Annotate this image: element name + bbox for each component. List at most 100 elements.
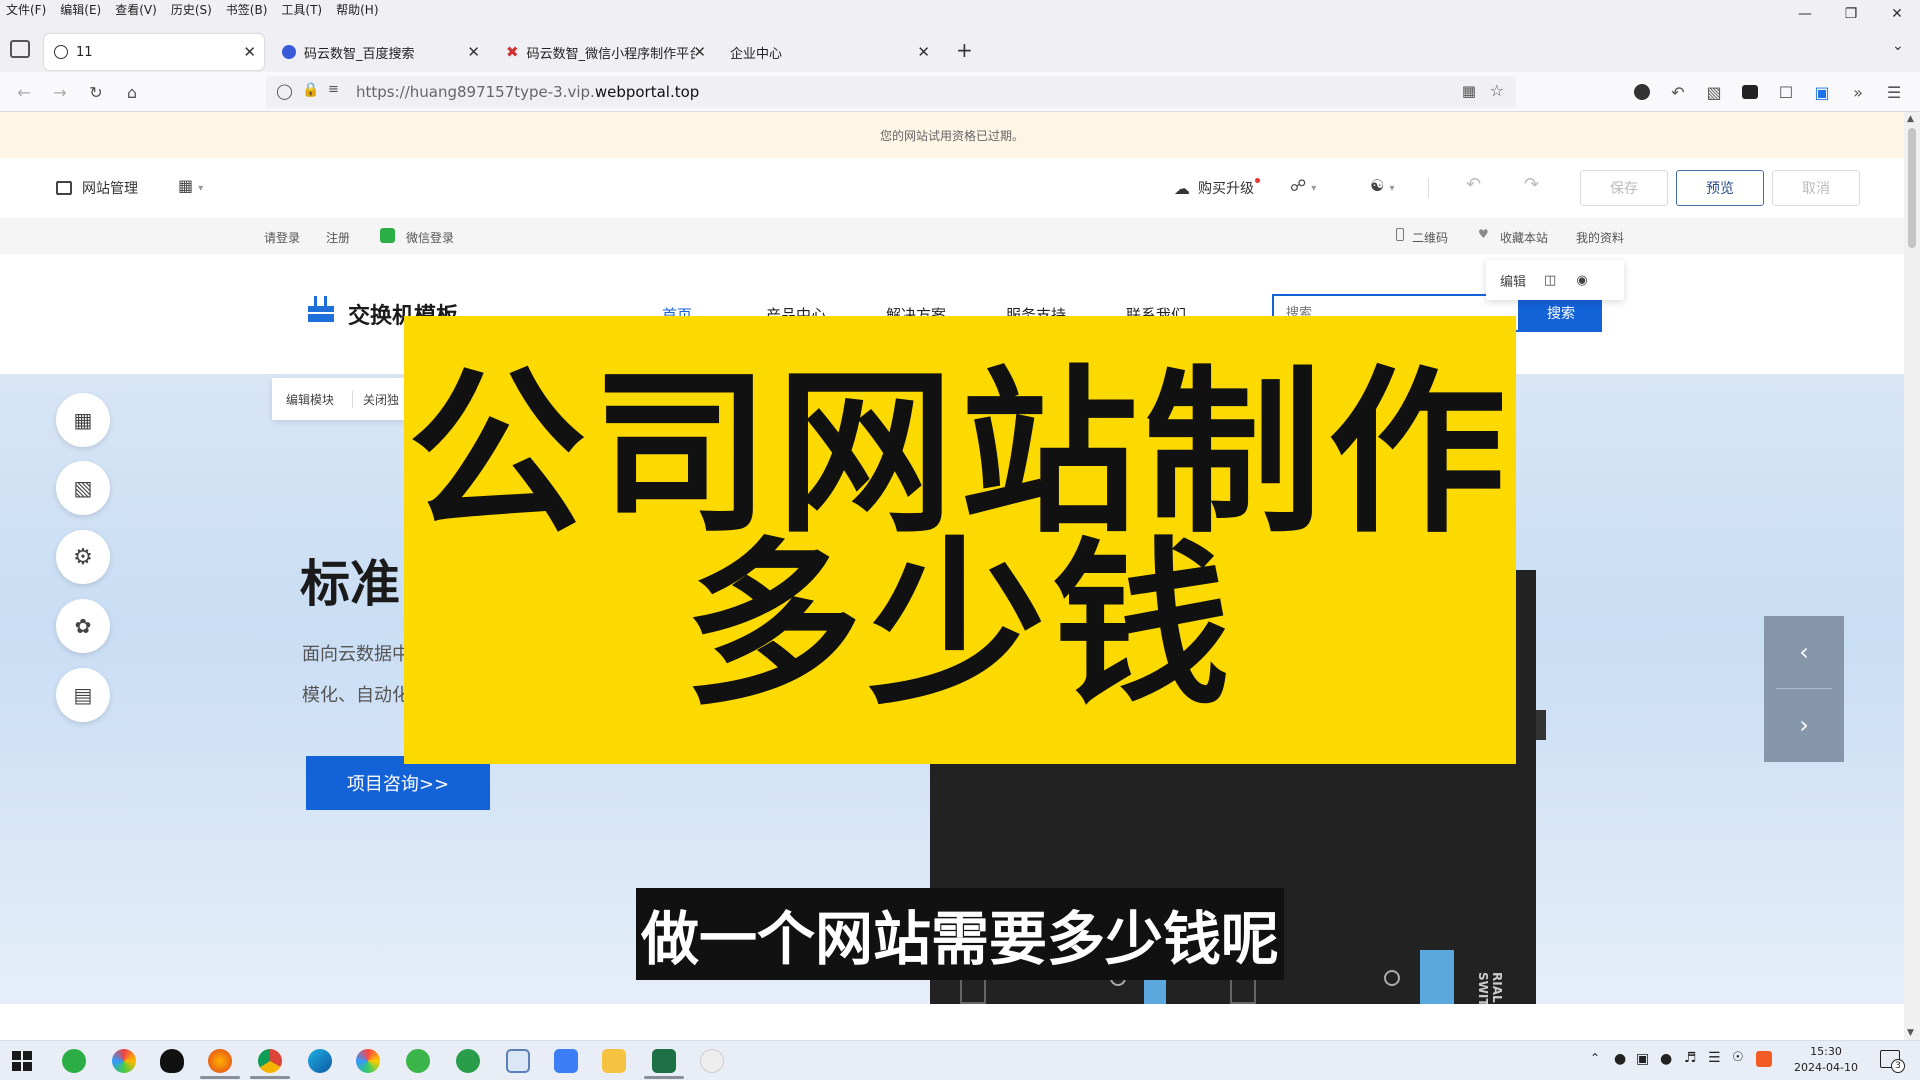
menu-tools[interactable]: 工具(T) [281, 1, 322, 18]
headset-icon[interactable]: ☍ ▾ [1290, 176, 1316, 195]
tab-11[interactable]: 11 ✕ [44, 34, 264, 70]
notification-icon[interactable]: 3 [1880, 1050, 1905, 1073]
windows-start-icon[interactable] [12, 1051, 32, 1071]
window-taskbar-icon[interactable] [506, 1049, 530, 1073]
scroll-up-icon[interactable]: ▲ [1907, 114, 1914, 124]
menu-icon[interactable]: ☰ [1882, 80, 1906, 104]
close-module-button[interactable]: 关闭独 [352, 390, 399, 408]
close-tab-icon[interactable]: ✕ [693, 43, 706, 61]
photos-taskbar-icon[interactable] [112, 1049, 136, 1073]
scroll-down-icon[interactable]: ▼ [1907, 1028, 1914, 1038]
site-manage-button[interactable]: 网站管理 [56, 178, 138, 198]
site-top-bar: 请登录 注册 微信登录 二维码 ♥ 收藏本站 我的资料 [0, 218, 1904, 254]
close-tab-icon[interactable]: ✕ [917, 43, 930, 61]
bookmark-star-icon[interactable]: ☆ [1490, 81, 1504, 100]
qrcode-icon[interactable]: ▦ [1462, 82, 1476, 100]
more-tools-icon[interactable]: » [1846, 80, 1870, 104]
next-arrow-icon[interactable]: › [1764, 689, 1844, 761]
new-tab-button[interactable]: + [956, 38, 973, 62]
sogou-icon[interactable] [1756, 1051, 1772, 1067]
ime-icon[interactable]: ☉ [1732, 1050, 1744, 1065]
microphone-icon[interactable]: ● [1614, 1051, 1626, 1067]
browser-taskbar-icon[interactable] [356, 1049, 380, 1073]
tray-chevron-icon[interactable]: ⌃ [1590, 1051, 1600, 1065]
reload-icon[interactable]: ↻ [84, 80, 108, 104]
modules-grid-button[interactable]: ▦ [56, 393, 110, 447]
register-link[interactable]: 注册 [326, 229, 350, 246]
permissions-icon[interactable]: ≡ [328, 82, 339, 97]
crop-icon[interactable]: ▧ [1702, 80, 1726, 104]
translate-icon[interactable]: ▣ [1810, 80, 1834, 104]
menu-file[interactable]: 文件(F) [6, 1, 46, 18]
speaker-icon[interactable]: ♬ [1684, 1050, 1697, 1066]
file-explorer-taskbar-icon[interactable] [602, 1049, 626, 1073]
settings-button[interactable]: ⚙ [56, 530, 110, 584]
clock[interactable]: 15:30 2024-04-10 [1790, 1044, 1862, 1076]
wechat-taskbar-icon[interactable] [62, 1049, 86, 1073]
puzzle-icon[interactable]: ☐ [1774, 80, 1798, 104]
back-icon[interactable]: ← [12, 80, 36, 104]
edge-taskbar-icon[interactable] [308, 1049, 332, 1073]
menu-help[interactable]: 帮助(H) [336, 1, 378, 18]
undo-arrow-icon[interactable]: ↶ [1666, 80, 1690, 104]
qrcode-link[interactable]: 二维码 [1412, 229, 1448, 246]
save-button[interactable]: 保存 [1580, 170, 1668, 206]
page-scrollbar[interactable]: ▲ ▼ [1904, 112, 1920, 1040]
undo-icon[interactable]: ↶ [1466, 174, 1481, 195]
lock-icon[interactable]: 🔒 [302, 82, 319, 98]
qq-tray-icon[interactable]: ● [1660, 1051, 1672, 1067]
help-icon[interactable] [1630, 80, 1654, 104]
close-window-button[interactable]: ✕ [1874, 0, 1920, 28]
wechat-login-link[interactable]: 微信登录 [406, 229, 454, 246]
preview-button[interactable]: 预览 [1676, 170, 1764, 206]
browser-green-taskbar-icon[interactable] [406, 1049, 430, 1073]
theme-button[interactable]: ▧ [56, 461, 110, 515]
pet-button[interactable]: ✿ [56, 599, 110, 653]
cancel-button[interactable]: 取消 [1772, 170, 1860, 206]
edit-module-button[interactable]: 编辑模块 [286, 391, 334, 408]
restore-button[interactable]: ❐ [1828, 0, 1874, 28]
eye-icon[interactable]: ◉ [1576, 273, 1587, 288]
redo-icon[interactable]: ↷ [1524, 174, 1539, 195]
store-button[interactable]: ▤ [56, 668, 110, 722]
menu-bookmarks[interactable]: 书签(B) [226, 1, 268, 18]
extension-icon[interactable] [1738, 80, 1762, 104]
login-link[interactable]: 请登录 [264, 229, 300, 246]
url-bar[interactable]: ◯ 🔒 ≡ https://huang897157type-3.vip. webp… [266, 76, 1516, 108]
tab-baidu[interactable]: 码云数智_百度搜索 ✕ [272, 34, 488, 70]
minimize-button[interactable]: — [1782, 0, 1828, 28]
favorite-link[interactable]: 收藏本站 [1500, 229, 1548, 246]
tab-enterprise[interactable]: 企业中心 ✕ [720, 34, 938, 70]
menu-history[interactable]: 历史(S) [171, 1, 212, 18]
scrollbar-thumb[interactable] [1908, 128, 1916, 248]
tab-list-icon[interactable] [10, 40, 30, 58]
prev-arrow-icon[interactable]: ‹ [1764, 616, 1844, 688]
buy-upgrade-button[interactable]: ☁ 购买升级 [1174, 178, 1260, 198]
close-tab-icon[interactable]: ✕ [243, 43, 256, 61]
excel-taskbar-icon[interactable] [652, 1049, 676, 1073]
tab-miniprogram[interactable]: ✖ 码云数智_微信小程序制作平台 ✕ [496, 34, 714, 70]
home-icon[interactable]: ⌂ [120, 80, 144, 104]
module-settings-icon[interactable]: ◫ [1544, 273, 1556, 288]
ie-taskbar-icon[interactable] [456, 1049, 480, 1073]
qq-taskbar-icon[interactable] [160, 1049, 184, 1073]
tray-window-icon[interactable]: ▣ [1636, 1051, 1649, 1067]
menu-edit[interactable]: 编辑(E) [60, 1, 101, 18]
notes-taskbar-icon[interactable] [554, 1049, 578, 1073]
forward-icon[interactable]: → [48, 80, 72, 104]
apps-grid-icon[interactable]: ▦ ▾ [178, 176, 203, 195]
menu-view[interactable]: 查看(V) [115, 1, 157, 18]
user-icon[interactable]: ☯ ▾ [1370, 176, 1394, 195]
close-tab-icon[interactable]: ✕ [467, 43, 480, 61]
project-consult-button[interactable]: 项目咨询>> [306, 756, 490, 810]
firefox-taskbar-icon[interactable] [208, 1049, 232, 1073]
wifi-icon[interactable]: ☰ [1708, 1050, 1721, 1066]
profile-link[interactable]: 我的资料 [1576, 229, 1624, 246]
trial-expired-notice: 您的网站试用资格已过期。 [0, 112, 1904, 158]
shield-icon[interactable]: ◯ [276, 82, 293, 100]
tab-title: 码云数智_微信小程序制作平台 [526, 46, 695, 62]
tab-overflow-chevron-icon[interactable]: ⌄ [1892, 38, 1904, 54]
module-edit-button[interactable]: 编辑 [1500, 271, 1526, 290]
chrome-taskbar-icon[interactable] [258, 1049, 282, 1073]
app-taskbar-icon[interactable] [700, 1049, 724, 1073]
